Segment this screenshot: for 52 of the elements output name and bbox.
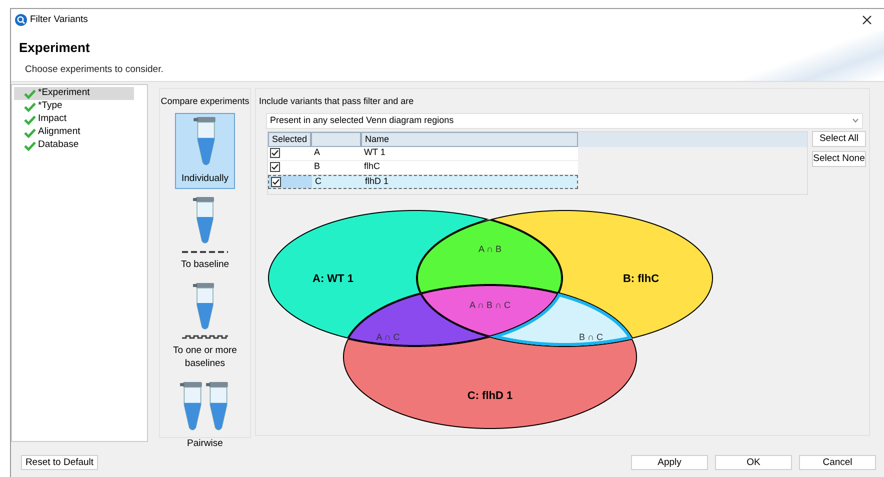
compare-option[interactable]: Pairwise xyxy=(175,378,235,454)
compare-option[interactable]: To baseline xyxy=(175,192,235,274)
reset-button[interactable]: Reset to Default xyxy=(21,454,98,470)
checkbox[interactable] xyxy=(270,162,280,172)
table-row[interactable]: B flhC xyxy=(268,160,578,174)
two-tubes-icon xyxy=(179,380,231,432)
venn-region[interactable] xyxy=(348,292,490,346)
compare-option[interactable]: Individually xyxy=(175,112,235,188)
region-label: A ∩ B xyxy=(478,244,502,254)
table-cell-text: flhC xyxy=(363,160,380,174)
table-button[interactable]: Select None xyxy=(812,150,866,166)
column-header[interactable]: Name xyxy=(361,132,578,146)
step-item[interactable]: Database xyxy=(14,139,134,152)
set-label: B: flhC xyxy=(622,272,660,284)
step-item[interactable]: *Type xyxy=(14,100,134,113)
step-item[interactable]: *Experiment xyxy=(14,87,134,100)
chevron-down-icon xyxy=(852,118,859,123)
table-cell-text: WT 1 xyxy=(363,146,386,160)
compare-title: Compare experiments xyxy=(160,95,250,108)
step-item[interactable]: Impact xyxy=(14,113,134,126)
table-cell-text: B xyxy=(313,160,322,174)
table-row[interactable]: C flhD 1 xyxy=(268,174,578,188)
regions-dropdown[interactable]: Present in any selected Venn diagram regions xyxy=(266,112,863,128)
dialog-button[interactable]: Apply xyxy=(631,454,708,470)
app-icon xyxy=(15,14,27,26)
set-label: A: WT 1 xyxy=(312,272,354,284)
page-subtitle: Choose experiments to consider. xyxy=(25,62,164,76)
page-title: Experiment xyxy=(19,39,91,57)
region-label: B ∩ C xyxy=(579,332,603,342)
compare-option[interactable]: To one or more baselines xyxy=(175,278,235,374)
close-icon[interactable] xyxy=(862,15,872,25)
checkbox[interactable] xyxy=(270,148,280,158)
tube-icon xyxy=(192,116,218,168)
checkbox[interactable] xyxy=(271,176,281,186)
table-row[interactable]: A WT 1 xyxy=(268,146,578,160)
table-cell-text: flhD 1 xyxy=(364,174,389,188)
region-label: A ∩ C xyxy=(376,332,400,342)
venn-region[interactable] xyxy=(420,284,558,336)
include-title: Include variants that pass filter and are xyxy=(259,95,415,108)
set-label: C: flhD 1 xyxy=(467,390,513,402)
dialog-button[interactable]: Cancel xyxy=(799,454,876,470)
dialog-button[interactable]: OK xyxy=(715,454,792,470)
step-item[interactable]: Alignment xyxy=(14,126,134,139)
column-header[interactable]: Selected xyxy=(268,132,311,146)
venn-region[interactable] xyxy=(417,218,562,293)
table-cell-text: C xyxy=(314,174,322,188)
region-label: A ∩ B ∩ C xyxy=(470,300,510,310)
table-cell-text: A xyxy=(313,146,322,160)
tube-baselines-icon xyxy=(180,282,230,340)
tube-baseline-icon xyxy=(180,196,230,254)
table-button[interactable]: Select All xyxy=(812,130,866,146)
window-title: Filter Variants xyxy=(30,12,88,27)
